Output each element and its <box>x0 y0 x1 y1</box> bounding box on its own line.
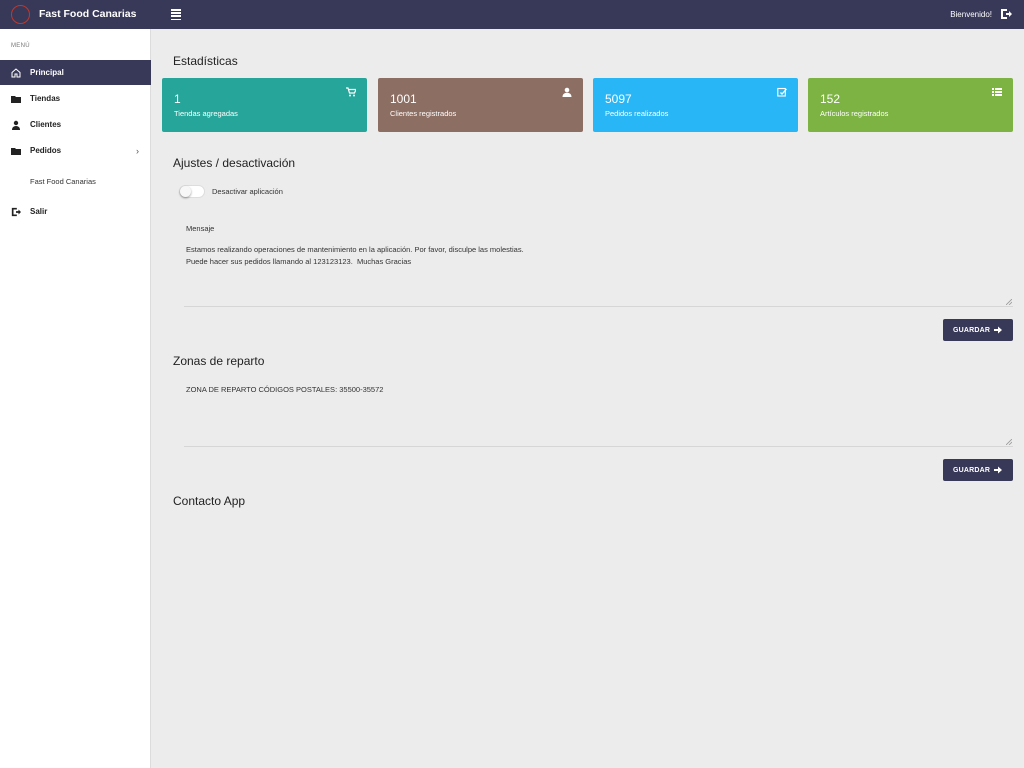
chevron-right-icon: › <box>136 145 139 156</box>
sidebar-item-label: Tiendas <box>30 94 61 103</box>
edit-icon <box>777 87 787 97</box>
stat-value: 1 <box>174 92 181 106</box>
contact-title: Contacto App <box>173 494 246 508</box>
message-label: Mensaje <box>186 224 215 233</box>
stat-card-articulos[interactable]: 152 Artículos registrados <box>808 78 1013 132</box>
deactivate-toggle[interactable] <box>179 185 205 198</box>
sidebar: MENÚ Principal Tiendas Clientes Pedidos … <box>0 29 151 768</box>
message-textarea[interactable]: Estamos realizando operaciones de manten… <box>184 244 1013 307</box>
user-icon <box>12 120 20 130</box>
sidebar-item-label: Pedidos <box>30 146 62 155</box>
sidebar-item-pedidos[interactable]: Pedidos › <box>0 138 151 163</box>
arrow-right-icon <box>994 466 1002 474</box>
message-line: Puede hacer sus pedidos llamando al 1231… <box>186 256 412 266</box>
stat-card-clientes[interactable]: 1001 Clientes registrados <box>378 78 583 132</box>
save-button-label: GUARDAR <box>953 466 991 474</box>
stat-card-tiendas[interactable]: 1 Tiendas agregadas <box>162 78 367 132</box>
cart-icon <box>346 87 356 97</box>
logout-icon <box>11 207 21 216</box>
stat-label: Artículos registrados <box>820 109 889 118</box>
stat-value: 5097 <box>605 92 632 106</box>
stat-label: Tiendas agregadas <box>174 109 238 118</box>
sidebar-item-tiendas[interactable]: Tiendas <box>0 86 151 111</box>
arrow-right-icon <box>994 326 1002 334</box>
folder-icon <box>11 95 21 103</box>
resize-handle-icon[interactable] <box>1006 299 1012 305</box>
user-icon <box>562 87 572 97</box>
toggle-knob <box>180 186 191 197</box>
logo <box>11 5 30 24</box>
sidebar-subitem-fast-food-canarias[interactable]: Fast Food Canarias <box>30 177 96 186</box>
resize-handle-icon[interactable] <box>1006 439 1012 445</box>
list-icon <box>992 88 1002 96</box>
stat-value: 152 <box>820 92 841 106</box>
welcome-text: Bienvenido! <box>950 10 992 19</box>
zones-text: ZONA DE REPARTO CÓDIGOS POSTALES: 35500-… <box>186 385 384 394</box>
sidebar-item-clientes[interactable]: Clientes <box>0 112 151 137</box>
logout-icon[interactable] <box>1000 8 1012 20</box>
save-button[interactable]: GUARDAR <box>943 319 1013 341</box>
sidebar-item-label: Clientes <box>30 120 62 129</box>
zones-textarea[interactable]: ZONA DE REPARTO CÓDIGOS POSTALES: 35500-… <box>184 384 1013 447</box>
home-icon <box>11 67 21 77</box>
stat-label: Pedidos realizados <box>605 109 669 118</box>
sidebar-item-label: Salir <box>30 207 48 216</box>
stat-value: 1001 <box>390 92 417 106</box>
hamburger-menu-icon[interactable] <box>171 9 181 21</box>
settings-title: Ajustes / desactivación <box>173 156 296 170</box>
stats-title: Estadísticas <box>173 54 238 68</box>
zones-title: Zonas de reparto <box>173 354 265 368</box>
folder-icon <box>11 147 21 155</box>
save-button-label: GUARDAR <box>953 326 991 334</box>
message-line: Estamos realizando operaciones de manten… <box>186 245 524 254</box>
toggle-label: Desactivar aplicación <box>212 187 283 196</box>
stat-label: Clientes registrados <box>390 109 457 118</box>
sidebar-item-principal[interactable]: Principal <box>0 60 151 85</box>
save-button-zones[interactable]: GUARDAR <box>943 459 1013 481</box>
sidebar-item-salir[interactable]: Salir <box>0 199 151 224</box>
sidebar-item-label: Principal <box>30 68 64 77</box>
app-title: Fast Food Canarias <box>39 8 137 20</box>
stat-card-pedidos[interactable]: 5097 Pedidos realizados <box>593 78 798 132</box>
menu-caption: MENÚ <box>11 43 30 49</box>
top-bar: Fast Food Canarias Bienvenido! <box>0 0 1024 29</box>
